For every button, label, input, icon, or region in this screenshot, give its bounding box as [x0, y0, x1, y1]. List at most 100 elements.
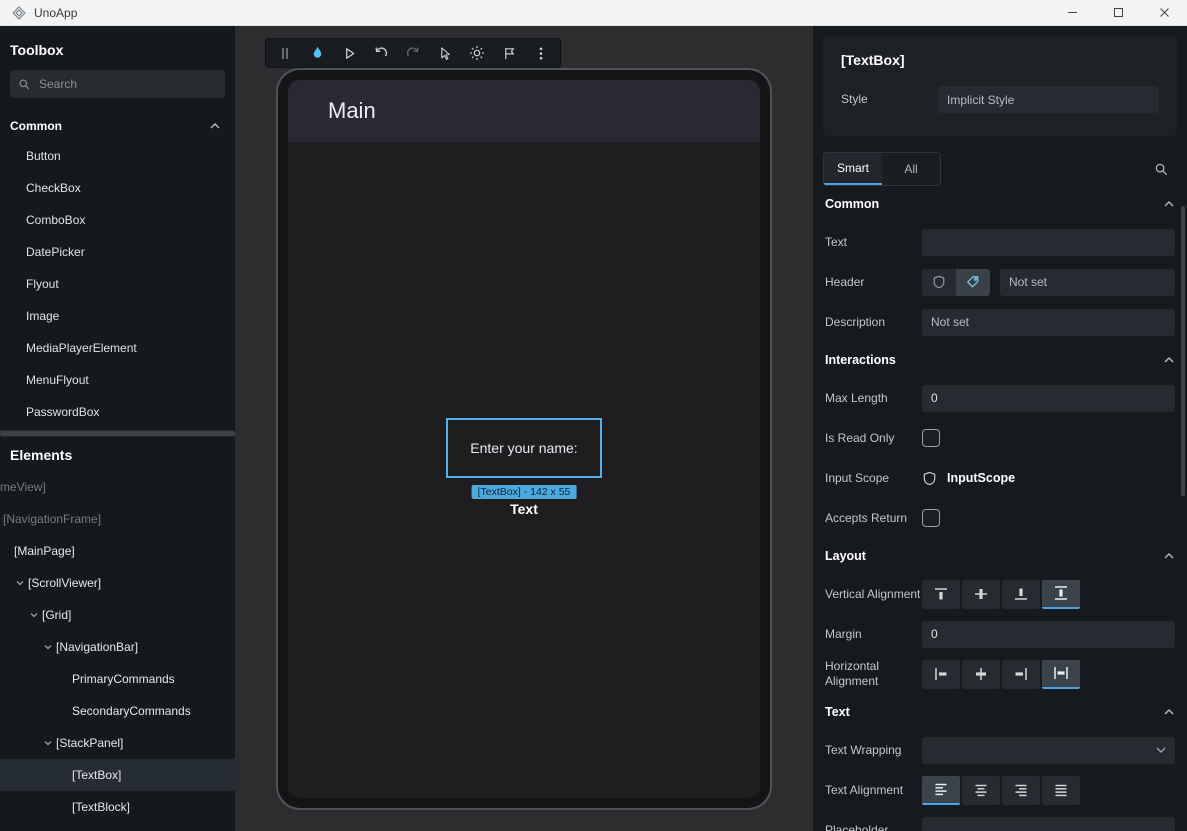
scrollbar-thumb[interactable]: [0, 431, 235, 436]
align-bottom-button[interactable]: [1002, 580, 1040, 609]
toolbox-item-passwordbox[interactable]: PasswordBox: [0, 396, 235, 428]
align-left-button[interactable]: [922, 660, 960, 689]
page-title: Main: [328, 98, 376, 124]
align-vcenter-button[interactable]: [962, 580, 1000, 609]
toolbox-item-menuflyout[interactable]: MenuFlyout: [0, 364, 235, 396]
style-input[interactable]: [938, 86, 1159, 113]
align-right-button[interactable]: [1002, 660, 1040, 689]
shield-icon: [932, 275, 946, 289]
toolbox-item-checkbox[interactable]: CheckBox: [0, 172, 235, 204]
toolbox-item-flyout[interactable]: Flyout: [0, 268, 235, 300]
tree-item-label: [MainPage]: [14, 544, 75, 558]
section-common-label: Common: [10, 119, 62, 133]
close-button[interactable]: [1141, 0, 1187, 25]
play-icon[interactable]: [340, 44, 358, 62]
tab-all[interactable]: All: [882, 153, 940, 185]
toolbox-item-datepicker[interactable]: DatePicker: [0, 236, 235, 268]
property-label: Header: [825, 275, 922, 290]
tree-item-navigationframe[interactable]: [NavigationFrame]: [0, 503, 235, 535]
header-tag-toggle[interactable]: [956, 269, 990, 296]
property-label: Margin: [825, 627, 922, 642]
tree-item-navigationbar[interactable]: [NavigationBar]: [0, 631, 235, 663]
section-text[interactable]: Text: [825, 694, 1175, 730]
chevron-down-icon[interactable]: [40, 738, 56, 748]
canvas-toolbar: [265, 38, 561, 68]
property-row-textwrapping: Text Wrapping: [825, 730, 1175, 770]
input-scope-value[interactable]: InputScope: [947, 471, 1015, 485]
properties-search-icon[interactable]: [1154, 162, 1169, 177]
text-align-left-button[interactable]: [922, 776, 960, 805]
chevron-down-icon[interactable]: [12, 578, 28, 588]
text-wrapping-select[interactable]: [922, 737, 1175, 764]
toolbox-item-image[interactable]: Image: [0, 300, 235, 332]
section-common[interactable]: Common: [825, 186, 1175, 222]
preview-textblock[interactable]: Text: [510, 501, 538, 517]
max-length-input[interactable]: [922, 385, 1175, 412]
text-align-justify-button[interactable]: [1042, 776, 1080, 805]
preview-body: Enter your name: [TextBox] - 142 x 55 Te…: [288, 142, 760, 798]
device-frame: Main Enter your name: [TextBox] - 142 x …: [276, 68, 772, 810]
property-row-vertical-alignment: Vertical Alignment: [825, 574, 1175, 614]
properties-scrollbar-thumb[interactable]: [1181, 206, 1185, 496]
chevron-down-icon[interactable]: [40, 642, 56, 652]
tree-item-scrollviewer[interactable]: [ScrollViewer]: [0, 567, 235, 599]
properties-panel: [TextBox] Style Smart All Common Text: [813, 26, 1187, 831]
redo-icon[interactable]: [404, 44, 422, 62]
is-read-only-checkbox[interactable]: [922, 429, 940, 447]
tree-item-grid[interactable]: [Grid]: [0, 599, 235, 631]
tree-item-stackpanel[interactable]: [StackPanel]: [0, 727, 235, 759]
tab-smart[interactable]: Smart: [824, 153, 882, 185]
property-row-header: Header: [825, 262, 1175, 302]
tree-item-textblock[interactable]: [TextBlock]: [0, 791, 235, 823]
minimize-button[interactable]: [1049, 0, 1095, 25]
align-top-button[interactable]: [922, 580, 960, 609]
more-icon[interactable]: [532, 44, 550, 62]
property-label: Description: [825, 315, 922, 330]
text-align-center-button[interactable]: [962, 776, 1000, 805]
header-binding-toggle[interactable]: [922, 269, 956, 296]
guides-icon[interactable]: [500, 44, 518, 62]
tree-item-textbox[interactable]: [TextBox]: [0, 759, 235, 791]
design-canvas: Main Enter your name: [TextBox] - 142 x …: [235, 26, 813, 831]
section-interactions[interactable]: Interactions: [825, 342, 1175, 378]
text-input[interactable]: [922, 229, 1175, 256]
section-title: Text: [825, 705, 850, 719]
property-label: Horizontal Alignment: [825, 659, 922, 689]
app-window: UnoApp Toolbox Common Button CheckBox Co…: [0, 0, 1187, 831]
margin-input[interactable]: [922, 621, 1175, 648]
app-preview: Main Enter your name: [TextBox] - 142 x …: [288, 80, 760, 798]
tree-item-secondarycommands[interactable]: SecondaryCommands: [0, 695, 235, 727]
align-hstretch-button[interactable]: [1042, 660, 1080, 689]
placeholder-input[interactable]: [922, 817, 1175, 831]
text-align-right-button[interactable]: [1002, 776, 1040, 805]
align-vcenter-icon: [973, 586, 989, 602]
preview-navigationbar: Main: [288, 80, 760, 142]
tree-item-frameview[interactable]: meView]: [0, 471, 235, 503]
hot-reload-flame-icon[interactable]: [308, 44, 326, 62]
inspector-icon[interactable]: [436, 44, 454, 62]
text-align-right-icon: [1013, 782, 1029, 798]
toolbox-item-mediaplayerelement[interactable]: MediaPlayerElement: [0, 332, 235, 364]
header-input[interactable]: [1000, 269, 1175, 296]
drag-handle-icon[interactable]: [276, 44, 294, 62]
maximize-button[interactable]: [1095, 0, 1141, 25]
toolbox-section-common[interactable]: Common: [0, 112, 235, 140]
accepts-return-checkbox[interactable]: [922, 509, 940, 527]
undo-icon[interactable]: [372, 44, 390, 62]
properties-tabs: Smart All: [823, 152, 1177, 186]
toolbox-item-button[interactable]: Button: [0, 140, 235, 172]
selected-textbox[interactable]: Enter your name:: [446, 418, 602, 478]
tree-item-primarycommands[interactable]: PrimaryCommands: [0, 663, 235, 695]
toolbox-search[interactable]: [10, 70, 225, 98]
align-hcenter-button[interactable]: [962, 660, 1000, 689]
tree-item-mainpage[interactable]: [MainPage]: [0, 535, 235, 567]
theme-sun-icon[interactable]: [468, 44, 486, 62]
description-input[interactable]: [922, 309, 1175, 336]
chevron-down-icon[interactable]: [26, 610, 42, 620]
search-input[interactable]: [39, 77, 217, 91]
toolbox-item-combobox[interactable]: ComboBox: [0, 204, 235, 236]
section-layout[interactable]: Layout: [825, 538, 1175, 574]
align-left-icon: [933, 666, 949, 682]
text-align-left-icon: [933, 781, 949, 797]
align-vstretch-button[interactable]: [1042, 580, 1080, 609]
